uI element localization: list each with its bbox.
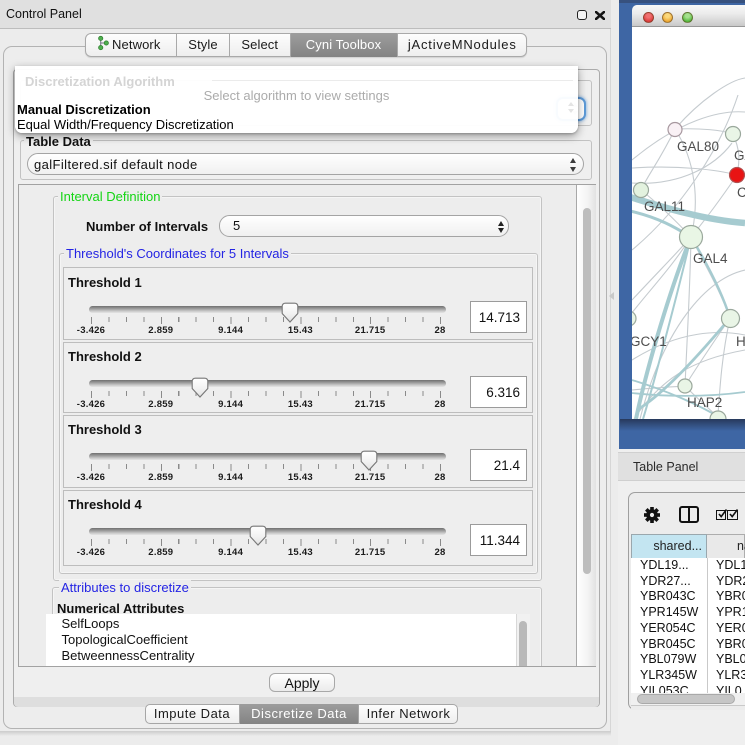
svg-text:HAP2: HAP2 <box>687 395 722 410</box>
svg-text:GAL11: GAL11 <box>644 199 685 214</box>
svg-text:C: C <box>737 185 745 200</box>
svg-text:GA: GA <box>734 148 745 163</box>
svg-text:GAL80: GAL80 <box>677 139 719 154</box>
svg-text:GCY1: GCY1 <box>632 334 667 349</box>
svg-text:GAL4: GAL4 <box>693 251 728 266</box>
svg-text:H: H <box>736 334 745 349</box>
